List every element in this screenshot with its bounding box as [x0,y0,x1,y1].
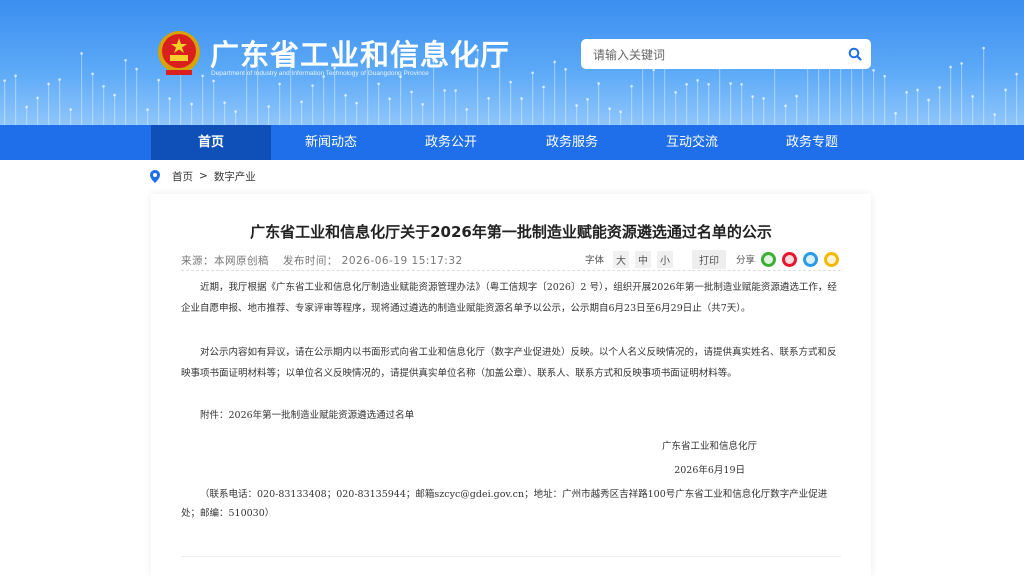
article-card: 广东省工业和信息化厅关于2026年第一批制造业赋能资源遴选通过名单的公示 来源：… [151,194,871,577]
font-size-small-button[interactable]: 小 [656,250,673,268]
article-paragraph: 对公示内容如有异议，请在公示期内以书面形式向省工业和信息化厅（数字产业促进处）反… [181,347,837,379]
nav-item-home[interactable]: 首页 [151,125,271,160]
article-publish-time: 发布时间： 2026-06-19 15:17:32 [282,255,463,267]
font-size-medium-button[interactable]: 中 [634,250,651,268]
search-input[interactable] [591,39,845,71]
print-button[interactable]: 打印 [691,249,726,269]
site-title[interactable]: 广东省工业和信息化厅 [210,32,510,74]
weibo-icon[interactable] [782,251,797,267]
location-pin-icon [150,169,160,183]
meta-divider [181,270,841,271]
font-size-label: 字体 [584,255,604,266]
attachment-link[interactable]: 附件：2026年第一批制造业赋能资源遴选通过名单 [181,405,841,426]
article-meta: 来源：本网原创稿 发布时间： 2026-06-19 15:17:32 [181,253,473,268]
nav-item-gov-info[interactable]: 政务公开 [391,125,511,160]
favorite-icon[interactable] [824,251,839,267]
article-signature: 广东省工业和信息化厅 [661,441,757,452]
search-icon[interactable] [848,47,862,61]
breadcrumb-home[interactable]: 首页 [172,169,193,184]
breadcrumb-current[interactable]: 数字产业 [214,169,256,184]
nav-item-gov-service[interactable]: 政务服务 [512,125,632,160]
article-title: 广东省工业和信息化厅关于2026年第一批制造业赋能资源遴选通过名单的公示 [250,223,772,241]
search-box[interactable] [581,39,871,71]
nav-item-topics[interactable]: 政务专题 [752,125,872,160]
qq-icon[interactable] [803,251,818,267]
article-date: 2026年6月19日 [674,465,745,476]
article-source: 来源：本网原创稿 [181,255,269,267]
breadcrumb: 首页 > 数字产业 [150,168,256,184]
breadcrumb-separator: > [199,170,208,182]
wechat-icon[interactable] [761,251,776,267]
bottom-divider [181,556,841,557]
header-banner: 广东省工业和信息化厅 Department of Industry and In… [0,0,1024,125]
article-paragraph: 近期，我厅根据《广东省工业和信息化厅制造业赋能资源管理办法》（粤工信规字〔202… [181,282,837,314]
contact-info: （联系电话：020-83133408；020-83135944；邮箱szcyc@… [181,489,828,519]
national-emblem-logo [158,31,200,75]
site-subtitle: Department of Industry and Information T… [211,70,429,77]
nav-item-news[interactable]: 新闻动态 [271,125,391,160]
article-tools: 字体 大 中 小 打印 分享 [584,249,839,269]
main-nav: 首页 新闻动态 政务公开 政务服务 互动交流 政务专题 [0,125,1024,160]
nav-item-interaction[interactable]: 互动交流 [632,125,752,160]
share-label: 分享 [735,255,755,266]
font-size-large-button[interactable]: 大 [612,250,629,268]
